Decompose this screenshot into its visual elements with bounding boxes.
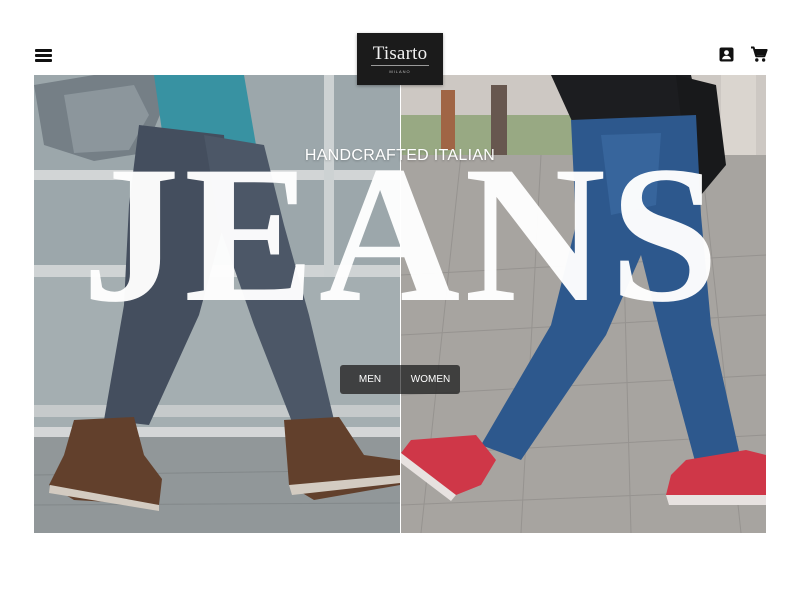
logo-city: MILANO xyxy=(389,69,411,74)
menu-line xyxy=(35,54,52,57)
shopping-cart-icon[interactable] xyxy=(750,46,768,63)
logo-brand-name: Tisarto xyxy=(372,43,428,64)
brand-logo[interactable]: Tisarto MILANO xyxy=(357,33,443,85)
hero-banner: JEANS HANDCRAFTED ITALIAN MEN WOMEN xyxy=(34,75,766,533)
category-buttons: MEN WOMEN xyxy=(340,365,460,394)
women-button[interactable]: WOMEN xyxy=(400,365,460,394)
account-box-icon[interactable] xyxy=(719,47,734,62)
page: Tisarto MILANO JEANS HANDCRAFTED ITALIAN… xyxy=(0,0,800,600)
hero-headline: JEANS xyxy=(82,126,723,343)
menu-line xyxy=(35,59,52,62)
men-button[interactable]: MEN xyxy=(340,365,400,394)
menu-line xyxy=(35,49,52,52)
hamburger-menu-icon[interactable] xyxy=(34,46,54,64)
logo-divider xyxy=(371,65,429,66)
hero-eyebrow: HANDCRAFTED ITALIAN xyxy=(304,147,496,164)
